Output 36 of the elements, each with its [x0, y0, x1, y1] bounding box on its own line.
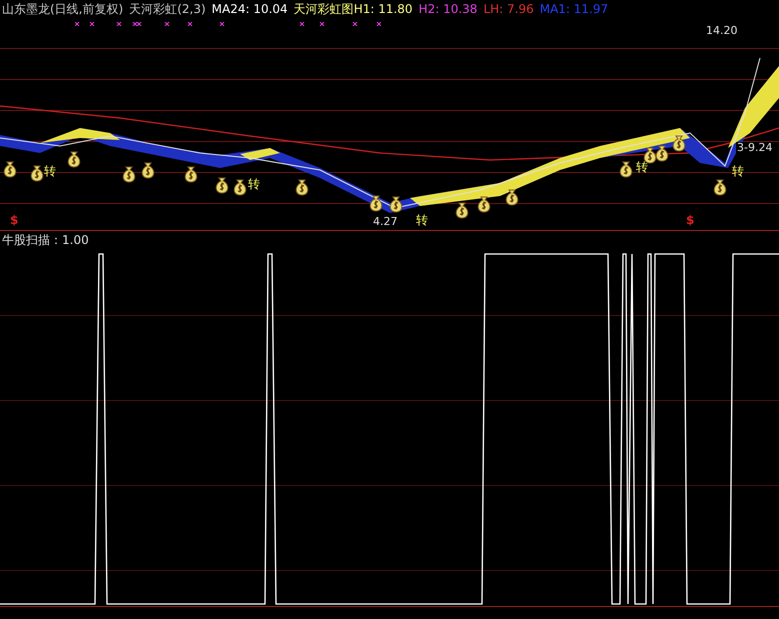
legend-item: LH: 7.96: [483, 2, 534, 16]
legend-item: MA1: 11.97: [540, 2, 608, 16]
money-bag-icon: [454, 201, 470, 219]
money-bag-icon: [294, 178, 310, 196]
turn-signal-label: 转: [248, 178, 260, 191]
turn-signal-label: 转: [416, 214, 428, 227]
money-bag-icon: [232, 178, 248, 196]
money-bag-icon: [476, 195, 492, 213]
money-bag-icon: [671, 134, 687, 152]
turn-signal-label: 转: [636, 161, 648, 174]
money-bag-icon: [121, 165, 137, 183]
indicator-label: 牛股扫描：1.00: [2, 232, 89, 249]
money-bag-icon: [183, 165, 199, 183]
turn-signal-label: 转: [732, 165, 744, 178]
money-bag-icon: [712, 178, 728, 196]
money-bag-icon: [388, 195, 404, 213]
money-bag-icon: [29, 164, 45, 182]
money-bag-icon: [66, 150, 82, 168]
legend-item: 天河彩虹(2,3): [129, 0, 206, 18]
money-bag-icon: [214, 176, 230, 194]
sell-signal-label: $: [686, 214, 694, 227]
money-bag-icon: [140, 161, 156, 179]
legend-item: H2: 10.38: [418, 2, 478, 16]
sell-signal-label: $: [10, 214, 18, 227]
legend-item: 天河彩虹图H1: 11.80: [294, 0, 413, 18]
money-bag-icon: [654, 144, 670, 162]
money-bag-icon: [368, 194, 384, 212]
price-label: 3-9.24: [736, 142, 774, 154]
money-bag-icon: [2, 160, 18, 178]
turn-signal-label: 转: [44, 165, 56, 178]
money-bag-icon: [618, 160, 634, 178]
legend-item: 山东墨龙(日线,前复权): [2, 0, 124, 18]
money-bag-icon: [504, 188, 520, 206]
legend-item: MA24: 10.04: [212, 2, 288, 16]
price-label: 4.27: [372, 216, 398, 228]
price-label: 14.20: [705, 25, 738, 37]
